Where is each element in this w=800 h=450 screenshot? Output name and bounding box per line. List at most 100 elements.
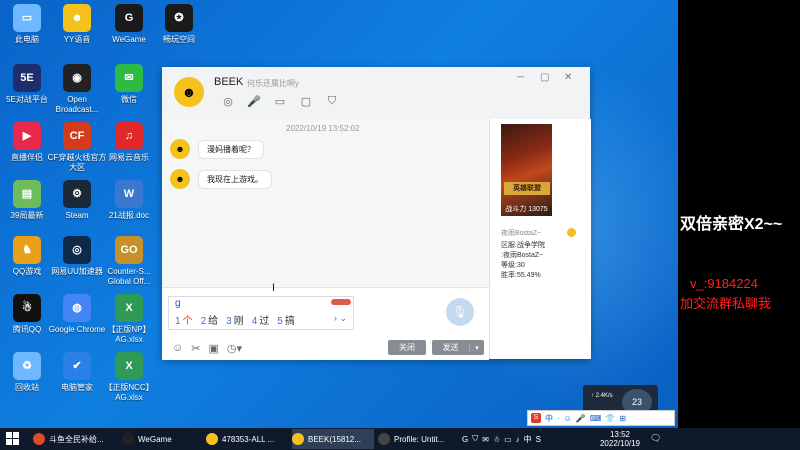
network-tray-icon[interactable]: ▭ [504, 435, 512, 444]
send-options-caret-icon[interactable]: ▾ [469, 343, 484, 352]
wechat-icon: ✉ [115, 64, 143, 92]
ime-tray-icon[interactable]: S [536, 435, 541, 444]
steam-icon: ⚙ [63, 180, 91, 208]
desktop-icon[interactable]: ◉ Open Broadcast... [47, 64, 107, 115]
notification-center-icon[interactable]: 🗨 [650, 433, 661, 444]
desktop-icon[interactable]: ✪ 畅玩空间 [149, 4, 209, 45]
ime-emoji-icon[interactable]: ☺ [564, 414, 572, 423]
desktop-icon[interactable]: ◍ Google Chrome [47, 294, 107, 335]
desktop-icon[interactable]: ♫ 网易云音乐 [99, 122, 159, 163]
maximize-icon[interactable]: ▢ [540, 72, 549, 83]
message-input-area[interactable]: I g 1个 2给 3刚 4过 5搞 › ⌄ 🎙 ☺ ✂ ▣ ◷▾ 关闭 发送 … [162, 282, 489, 360]
contact-name[interactable]: BEEK [214, 76, 243, 88]
taskbar-app-button[interactable]: 478353-ALL ... [206, 429, 290, 449]
taskbar-clock[interactable]: 13:52 2022/10/19 [596, 430, 644, 448]
ime-keyboard-icon[interactable]: ⌨ [590, 414, 602, 423]
crossfire-icon: CF [63, 122, 91, 150]
taskbar-app-button[interactable]: Profile: Untit... [378, 429, 460, 449]
image-icon[interactable]: ▣ [208, 342, 218, 355]
file-transfer-icon[interactable]: ▭ [270, 95, 290, 108]
chrome-icon: ◍ [63, 294, 91, 322]
wegame-tray-icon[interactable]: G [462, 435, 468, 444]
windows-start-icon[interactable] [6, 432, 20, 446]
voice-call-icon[interactable]: ◎ [218, 95, 238, 108]
profile-win-rate: 胜率:55.49% [501, 272, 541, 279]
taskbar-app-button[interactable]: BEEK(15812... [292, 429, 374, 449]
ime-punctuation[interactable]: · [557, 414, 560, 423]
app-icon [206, 433, 218, 445]
ime-candidate[interactable]: 5搞 [277, 312, 295, 327]
app-icon [292, 433, 304, 445]
desktop-icon[interactable]: W 21战报.doc [99, 180, 159, 221]
desktop-icon[interactable]: ◎ 网易UU加速器 [47, 236, 107, 277]
ime-candidate[interactable]: 4过 [252, 312, 270, 327]
history-icon[interactable]: ◷▾ [227, 342, 242, 355]
stream-overlay-panel: 今日双倍亲密X2~~ v_:9184224 加交流群私聊我 [678, 0, 800, 428]
emoji-icon[interactable]: ☺ [172, 342, 183, 355]
ime-status-bar[interactable]: S 中 · ☺ 🎤 ⌨ 👕 ⊞ [527, 410, 675, 426]
security-tray-icon[interactable]: ⛉ [472, 434, 478, 444]
ime-next-page-button[interactable]: › ⌄ [334, 313, 347, 324]
obs-icon: ◉ [63, 64, 91, 92]
ime-mode[interactable]: 中 [545, 413, 553, 424]
desktop-icon-label: CF穿越火线官方大区 [47, 153, 107, 172]
game-logo: 英雄联盟 [504, 182, 550, 195]
taskbar-app-button[interactable]: WeGame [122, 429, 204, 449]
desktop-icon[interactable]: ✉ 微信 [99, 64, 159, 105]
taskbar-app-button[interactable]: 斗鱼全民补给... [33, 429, 117, 449]
desktop-icon[interactable]: GO Counter-S... Global Off... [99, 236, 159, 287]
sogou-ime-icon[interactable]: S [531, 413, 541, 423]
close-icon[interactable]: ✕ [564, 72, 572, 83]
uu-accelerator-icon: ◎ [63, 236, 91, 264]
scissors-icon[interactable]: ✂ [191, 342, 200, 355]
csgo-icon: GO [115, 236, 143, 264]
desktop-icon-label: YY语音 [63, 35, 91, 44]
sender-avatar[interactable]: ☻ [170, 139, 190, 159]
ime-toolbox-icon[interactable]: ⊞ [619, 414, 626, 423]
game-space-icon: ✪ [165, 4, 193, 32]
message-timestamp: 2022/10/19 13:52:02 [286, 124, 360, 133]
contact-avatar[interactable]: ☻ [174, 77, 204, 107]
desktop-icon[interactable]: CF CF穿越火线官方大区 [47, 122, 107, 173]
excel-file-icon: ▤ [13, 180, 41, 208]
ime-candidate[interactable]: 1个 [175, 312, 193, 327]
ime-voice-icon[interactable]: 🎤 [576, 414, 586, 423]
sender-avatar[interactable]: ☻ [170, 169, 190, 189]
taskbar-app-label: BEEK(15812... [308, 434, 361, 444]
ime-skin-icon[interactable]: 👕 [605, 414, 615, 423]
contact-profile-panel: 英雄联盟 战斗力 13075 夜雨BostaZ~ 区服:战争学院 :夜雨Bost… [489, 119, 591, 359]
message-bubble: 漫妈播着呢？ [198, 139, 264, 159]
desktop-icon[interactable]: X 【正版NP】AG.xlsx [99, 294, 159, 345]
desktop-icon[interactable]: ✔ 电脑管家 [47, 352, 107, 393]
desktop-icon-label: 网易云音乐 [109, 153, 149, 162]
excel-file-icon: X [115, 352, 143, 380]
qq-chat-window[interactable]: ☻ BEEK 何乐还属比啊y ◎ 🎤 ▭ ▢ ⛉ ─ ▢ ✕ 2022/10/1… [162, 67, 591, 360]
desktop-icon[interactable]: ☻ YY语音 [47, 4, 107, 45]
qq-tray-icon[interactable]: ☃ [493, 435, 500, 444]
wegame-icon: G [115, 4, 143, 32]
ime-candidates: 1个 2给 3刚 4过 5搞 [175, 312, 295, 327]
chat-history[interactable]: 2022/10/19 13:52:02 ☻ 漫妈播着呢？ ☻ 我现在上游戏。 [162, 119, 489, 287]
wechat-tray-icon[interactable]: ✉ [482, 435, 489, 444]
close-button[interactable]: 关闭 [388, 340, 426, 355]
group-invite-text: 加交流群私聊我 [680, 296, 772, 311]
desktop-icon-label: 电脑管家 [61, 383, 93, 392]
desktop-icon[interactable]: X 【正版NCC】AG.xlsx [99, 352, 159, 403]
microphone-icon[interactable]: 🎤 [244, 95, 264, 108]
ime-candidate[interactable]: 3刚 [226, 312, 244, 327]
yy-voice-icon: ☻ [63, 4, 91, 32]
desktop-icon[interactable]: ⚙ Steam [47, 180, 107, 221]
chat-message: ☻ 漫妈播着呢？ [170, 139, 264, 159]
input-language[interactable]: 中 [524, 434, 532, 445]
voice-input-button[interactable]: 🎙 [446, 298, 474, 326]
minimize-icon[interactable]: ─ [517, 72, 524, 83]
game-profile-image[interactable]: 英雄联盟 战斗力 13075 [501, 124, 552, 216]
contact-signature: 何乐还属比啊y [247, 79, 299, 88]
shield-icon[interactable]: ⛉ [322, 95, 342, 108]
volume-tray-icon[interactable]: ♪ [516, 435, 520, 444]
screen-share-icon[interactable]: ▢ [296, 95, 316, 108]
ime-candidate-window[interactable]: g 1个 2给 3刚 4过 5搞 › ⌄ [168, 296, 354, 330]
netease-music-icon: ♫ [115, 122, 143, 150]
send-button[interactable]: 发送 ▾ [432, 340, 484, 355]
ime-candidate[interactable]: 2给 [201, 312, 219, 327]
